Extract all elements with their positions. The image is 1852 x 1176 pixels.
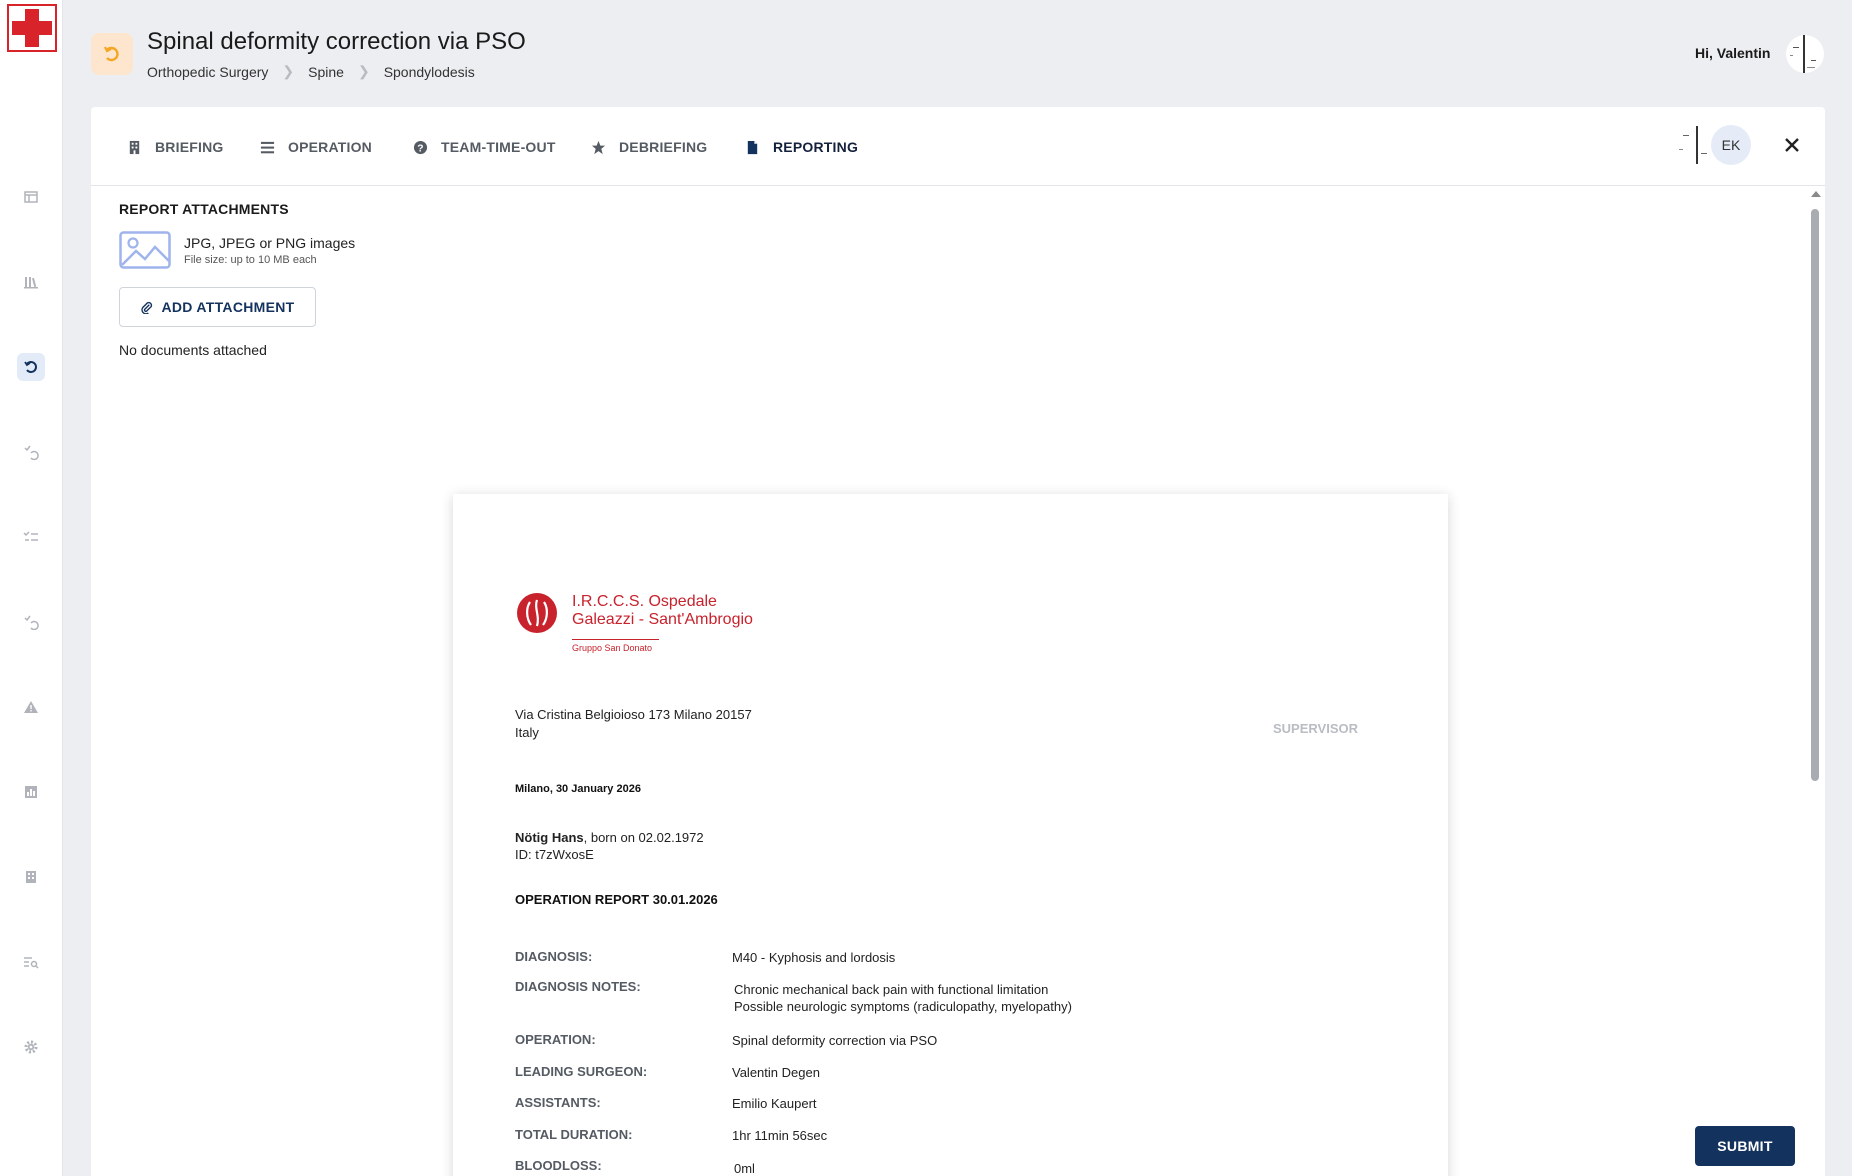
star-icon (591, 140, 606, 154)
dashboard-icon[interactable] (17, 183, 45, 211)
file-size-label: File size: up to 10 MB each (184, 254, 317, 266)
reporting-content: REPORT ATTACHMENTS JPG, JPEG or PNG imag… (91, 187, 1825, 1176)
add-attachment-button[interactable]: ADD ATTACHMENT (119, 287, 316, 327)
tab-bar: BRIEFING OPERATION ? TEAM-TIME-OUT DEBRI… (91, 107, 1825, 186)
tab-label: DEBRIEFING (619, 139, 708, 155)
building-icon (129, 140, 140, 154)
total-duration-value: 1hr 11min 56sec (732, 1128, 828, 1143)
breadcrumb-item[interactable]: Spine (308, 64, 344, 80)
close-icon (1785, 138, 1799, 152)
analytics-icon[interactable] (17, 778, 45, 806)
avatar[interactable] (1785, 33, 1825, 75)
address-line: Via Cristina Belgioioso 173 Milano 20157 (515, 707, 752, 722)
patient-name: Nötig Hans (515, 830, 584, 845)
patient-info: Nötig Hans, born on 02.02.1972 ID: t7zWx… (515, 829, 704, 863)
undo-arrow-icon (104, 46, 119, 62)
tab-operation[interactable]: OPERATION (260, 136, 372, 158)
add-attachment-label: ADD ATTACHMENT (161, 299, 295, 315)
report-preview: I.R.C.C.S. Ospedale Galeazzi - Sant'Ambr… (453, 494, 1448, 1176)
hospital-name: I.R.C.C.S. Ospedale Galeazzi - Sant'Ambr… (572, 593, 753, 629)
library-icon[interactable] (17, 268, 45, 296)
checklist-icon[interactable] (17, 523, 45, 551)
building-icon[interactable] (17, 863, 45, 891)
hospital-logo (517, 593, 557, 633)
total-duration-label: TOTAL DURATION: (515, 1127, 633, 1142)
image-placeholder-icon (119, 231, 171, 269)
breadcrumb: Orthopedic Surgery ❯ Spine ❯ Spondylodes… (147, 63, 475, 80)
leading-surgeon-label: LEADING SURGEON: (515, 1064, 648, 1079)
submit-button[interactable]: SUBMIT (1695, 1126, 1795, 1166)
supervisor-label: SUPERVISOR (1273, 721, 1359, 736)
report-date: Milano, 30 January 2026 (515, 783, 641, 795)
diagnosis-notes-label: DIAGNOSIS NOTES: (515, 979, 641, 994)
tab-briefing[interactable]: BRIEFING (127, 136, 224, 158)
hospital-group: Gruppo San Donato (572, 639, 659, 653)
main-card: BRIEFING OPERATION ? TEAM-TIME-OUT DEBRI… (91, 107, 1825, 1176)
hospital-name-line: Galeazzi - Sant'Ambrogio (572, 611, 753, 628)
hospital-name-line: I.R.C.C.S. Ospedale (572, 593, 717, 610)
list-icon (260, 141, 275, 153)
tab-label: TEAM-TIME-OUT (441, 139, 556, 155)
diagnosis-value: M40 - Kyphosis and lordosis (732, 950, 896, 965)
user-greeting: Hi, Valentin (1695, 45, 1771, 61)
hospital-address: Via Cristina Belgioioso 173 Milano 20157… (515, 706, 752, 742)
scroll-up-arrow-icon[interactable] (1811, 191, 1821, 197)
breadcrumb-item[interactable]: Spondylodesis (384, 64, 475, 80)
diagnosis-notes-value: Chronic mechanical back pain with functi… (734, 981, 1072, 1015)
tab-debriefing[interactable]: DEBRIEFING (591, 136, 707, 158)
paperclip-icon (141, 301, 153, 314)
tab-label: BRIEFING (155, 139, 224, 155)
file-types-label: JPG, JPEG or PNG images (184, 235, 356, 251)
diagnosis-label: DIAGNOSIS: (515, 949, 593, 964)
diagnosis-note-line: Chronic mechanical back pain with functi… (734, 982, 1049, 997)
chevron-right-icon: ❯ (282, 63, 295, 79)
breadcrumb-item[interactable]: Orthopedic Surgery (147, 64, 268, 80)
diagnosis-note-line: Possible neurologic symptoms (radiculopa… (734, 999, 1072, 1014)
list-search-icon[interactable] (17, 948, 45, 976)
tab-label: OPERATION (288, 139, 372, 155)
question-circle-icon: ? (413, 140, 428, 154)
patient-id: ID: t7zWxosE (515, 847, 594, 862)
tab-reporting[interactable]: REPORTING (745, 136, 858, 158)
operation-value: Spinal deformity correction via PSO (732, 1033, 938, 1048)
operation-label: OPERATION: (515, 1032, 596, 1047)
checklist-redo-icon[interactable] (17, 608, 45, 636)
document-icon (747, 140, 758, 154)
app-logo[interactable] (7, 4, 57, 52)
attachments-title: REPORT ATTACHMENTS (119, 201, 289, 217)
tab-team-time-out[interactable]: ? TEAM-TIME-OUT (413, 136, 556, 158)
scrollbar-thumb[interactable] (1811, 209, 1819, 781)
bloodloss-value: 0ml (734, 1161, 755, 1176)
assistants-value: Emilio Kaupert (732, 1096, 817, 1111)
svg-text:?: ? (417, 143, 423, 154)
empty-state-text: No documents attached (119, 342, 267, 358)
settings-gear-icon[interactable] (17, 1033, 45, 1061)
page-title: Spinal deformity correction via PSO (147, 28, 526, 55)
procedure-icon[interactable] (17, 353, 45, 381)
checklist-undo-icon[interactable] (17, 438, 45, 466)
assistants-label: ASSISTANTS: (515, 1095, 601, 1110)
bloodloss-label: BLOODLOSS: (515, 1158, 602, 1173)
report-title: OPERATION REPORT 30.01.2026 (515, 892, 718, 907)
sidebar (0, 0, 63, 1176)
scrollbar[interactable] (1808, 191, 1822, 1176)
patient-birthdate: , born on 02.02.1972 (583, 830, 704, 845)
address-line: Italy (515, 725, 539, 740)
team-initials-avatar[interactable]: EK (1711, 125, 1751, 165)
chevron-right-icon: ❯ (357, 63, 370, 79)
tab-label: REPORTING (773, 139, 859, 155)
leading-surgeon-value: Valentin Degen (732, 1065, 820, 1080)
procedure-badge (91, 33, 133, 75)
warning-icon[interactable] (17, 693, 45, 721)
close-button[interactable] (1776, 129, 1808, 161)
